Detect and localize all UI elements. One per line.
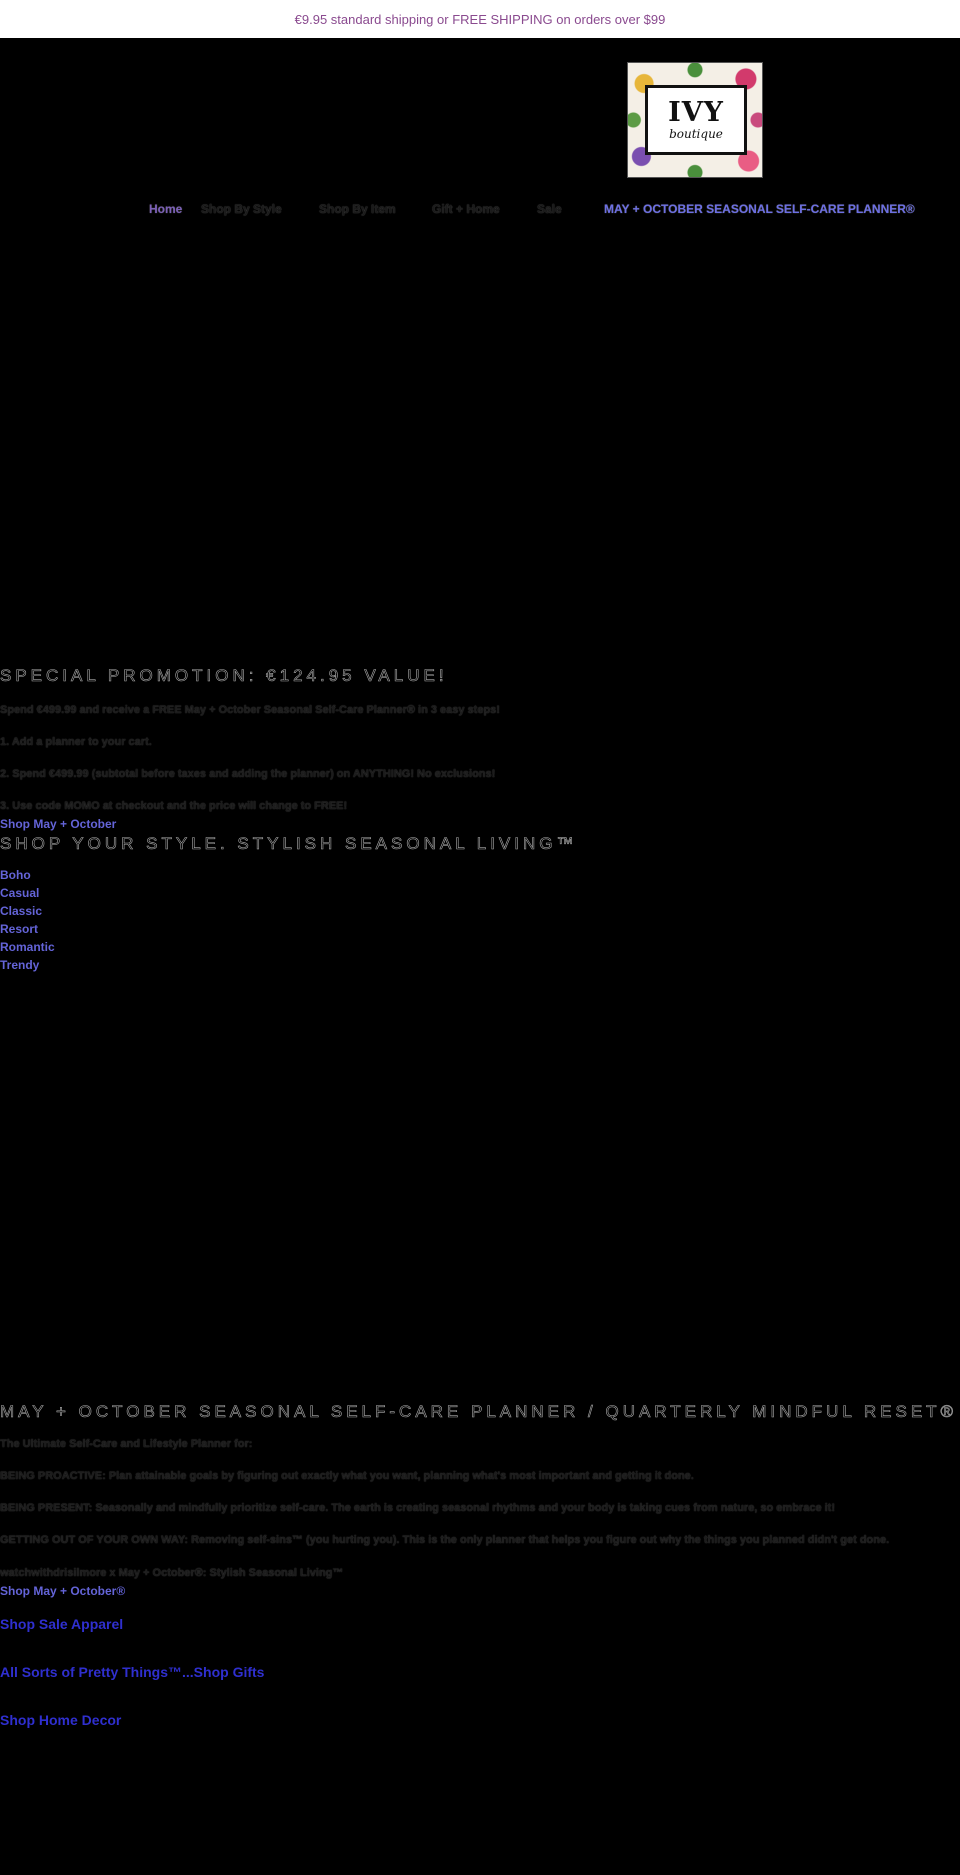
brand-logo[interactable]: IVY boutique xyxy=(627,62,763,178)
logo-word: IVY xyxy=(668,97,724,128)
style-link-romantic[interactable]: Romantic xyxy=(0,940,55,954)
planner-subtitle: The Ultimate Self-Care and Lifestyle Pla… xyxy=(0,1438,253,1450)
promo-step-3: 3. Use code MOMO at checkout and the pri… xyxy=(0,800,348,812)
promo-step-1: 1. Add a planner to your cart. xyxy=(0,736,152,748)
promo-title: SPECIAL PROMOTION: €124.95 VALUE! xyxy=(0,666,448,686)
nav-home[interactable]: Home xyxy=(149,202,182,216)
shop-sale-apparel-link[interactable]: Shop Sale Apparel xyxy=(0,1616,123,1632)
promo-shop-link[interactable]: Shop May + October xyxy=(0,817,116,831)
nav-sale[interactable]: Sale xyxy=(537,202,562,216)
announcement-text: €9.95 standard shipping or FREE SHIPPING… xyxy=(294,11,666,27)
style-link-classic[interactable]: Classic xyxy=(0,904,42,918)
nav-shop-by-item[interactable]: Shop By Item xyxy=(319,202,396,216)
planner-line-proactive: BEING PROACTIVE: Plan attainable goals b… xyxy=(0,1470,694,1482)
nav-gift-home[interactable]: Gift + Home xyxy=(432,202,500,216)
planner-shop-link[interactable]: Shop May + October® xyxy=(0,1584,125,1598)
logo-frame: IVY boutique xyxy=(645,85,747,155)
logo-sub: boutique xyxy=(669,127,723,141)
page: €9.95 standard shipping or FREE SHIPPING… xyxy=(0,0,960,1875)
announcement-bar: €9.95 standard shipping or FREE SHIPPING… xyxy=(0,0,960,38)
shop-gifts-link[interactable]: All Sorts of Pretty Things™...Shop Gifts xyxy=(0,1664,264,1680)
promo-step-2: 2. Spend €499.99 (subtotal before taxes … xyxy=(0,768,496,780)
shop-home-decor-link[interactable]: Shop Home Decor xyxy=(0,1712,121,1728)
planner-line-collab: watchwithdrisilmore x May + October®: St… xyxy=(0,1567,344,1579)
style-link-trendy[interactable]: Trendy xyxy=(0,958,39,972)
planner-section-title: MAY + OCTOBER SEASONAL SELF-CARE PLANNER… xyxy=(0,1402,958,1422)
style-link-boho[interactable]: Boho xyxy=(0,868,31,882)
nav-planner[interactable]: MAY + OCTOBER SEASONAL SELF-CARE PLANNER… xyxy=(604,202,915,216)
planner-line-get-out: GETTING OUT OF YOUR OWN WAY: Removing se… xyxy=(0,1534,890,1546)
promo-intro: Spend €499.99 and receive a FREE May + O… xyxy=(0,704,500,716)
nav-shop-by-style[interactable]: Shop By Style xyxy=(201,202,282,216)
planner-line-present: BEING PRESENT: Seasonally and mindfully … xyxy=(0,1502,836,1514)
style-link-resort[interactable]: Resort xyxy=(0,922,38,936)
styles-title: SHOP YOUR STYLE. STYLISH SEASONAL LIVING… xyxy=(0,834,578,854)
style-link-casual[interactable]: Casual xyxy=(0,886,39,900)
